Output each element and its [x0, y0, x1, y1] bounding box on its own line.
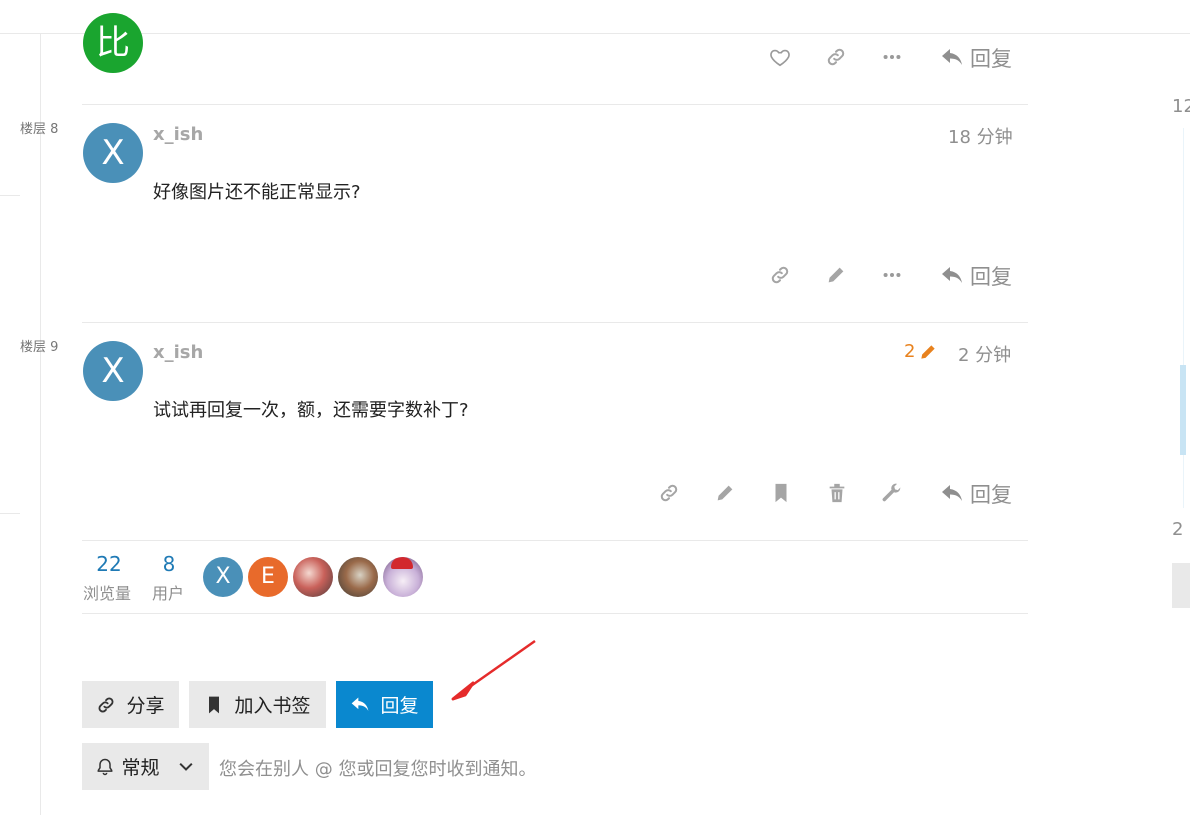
share-link-button[interactable] [766, 261, 794, 289]
heart-icon [770, 49, 790, 67]
participant-avatar[interactable]: X [203, 557, 243, 597]
edit-button[interactable] [711, 479, 739, 507]
post-content: 好像图片还不能正常显示? [153, 182, 361, 203]
admin-button[interactable] [878, 479, 906, 507]
chevron-down-icon [178, 762, 193, 771]
bookmark-post-button[interactable] [767, 479, 795, 507]
pencil-icon [921, 344, 936, 359]
ellipsis-icon [883, 272, 901, 278]
share-topic-button[interactable]: 分享 [82, 681, 179, 728]
link-icon [771, 266, 789, 284]
edit-button[interactable] [822, 261, 850, 289]
bookmark-icon [775, 483, 787, 503]
wrench-icon [882, 483, 901, 502]
post-content: 试试再回复一次，额，还需要字数补丁? [153, 400, 469, 421]
participant-avatar[interactable]: E [248, 557, 288, 597]
floor-label: 楼层 8 [20, 122, 59, 137]
reply-button[interactable]: 回复 [940, 43, 1012, 73]
notification-description: 您会在别人 @ 您或回复您时收到通知。 [219, 759, 537, 780]
bookmark-icon [209, 696, 220, 713]
edit-history-button[interactable]: 2 [904, 341, 938, 362]
delete-button[interactable] [823, 479, 851, 507]
reply-icon [352, 697, 369, 711]
santa-hat [391, 557, 413, 569]
ellipsis-icon [883, 54, 901, 60]
link-icon [827, 48, 845, 66]
avatar[interactable]: X [83, 123, 143, 183]
post-divider [82, 540, 1028, 541]
post-time[interactable]: 18 分钟 [948, 123, 1013, 149]
participant-avatar[interactable] [383, 557, 423, 597]
link-icon [99, 697, 114, 712]
gutter-tick [0, 195, 20, 196]
left-gutter-line [40, 33, 41, 815]
participant-avatar[interactable] [293, 557, 333, 597]
reply-icon [942, 267, 962, 283]
avatar[interactable]: X [83, 341, 143, 401]
reply-topic-button[interactable]: 回复 [336, 681, 433, 728]
share-link-button[interactable] [822, 43, 850, 71]
post-divider [82, 322, 1028, 323]
views-label: 浏览量 [83, 584, 132, 603]
pencil-icon [717, 485, 733, 501]
users-label: 用户 [152, 584, 185, 603]
avatar[interactable]: 比 [83, 13, 143, 73]
trash-icon [829, 483, 845, 503]
reply-icon [942, 49, 962, 65]
more-button[interactable] [878, 43, 906, 71]
link-icon [660, 484, 678, 502]
more-button[interactable] [878, 261, 906, 289]
reply-button[interactable]: 回复 [940, 261, 1012, 291]
reply-icon [942, 485, 962, 501]
bookmark-topic-button[interactable]: 加入书签 [189, 681, 326, 728]
timeline-bottom-number: 2 [1172, 519, 1184, 540]
post-time[interactable]: 2 分钟 [958, 341, 1011, 367]
reply-button[interactable]: 回复 [940, 479, 1012, 509]
pencil-icon [828, 267, 844, 283]
username[interactable]: x_ish [153, 342, 203, 363]
timeline-top-number: 12 [1172, 96, 1190, 117]
like-button[interactable] [766, 43, 794, 71]
floor-label: 楼层 9 [20, 340, 59, 355]
bell-icon [98, 758, 113, 775]
share-link-button[interactable] [655, 479, 683, 507]
participant-avatar[interactable] [338, 557, 378, 597]
annotation-arrow [451, 639, 536, 701]
timeline-handle[interactable] [1180, 365, 1186, 455]
username[interactable]: x_ish [153, 124, 203, 145]
views-count: 22 [96, 552, 122, 576]
gutter-tick [0, 513, 20, 514]
stats-divider [82, 613, 1028, 614]
top-border [0, 33, 1190, 34]
notification-level-dropdown[interactable]: 常规 [82, 743, 209, 790]
users-count: 8 [162, 552, 176, 576]
timeline-back-button[interactable] [1172, 563, 1190, 608]
post-divider [82, 104, 1028, 105]
